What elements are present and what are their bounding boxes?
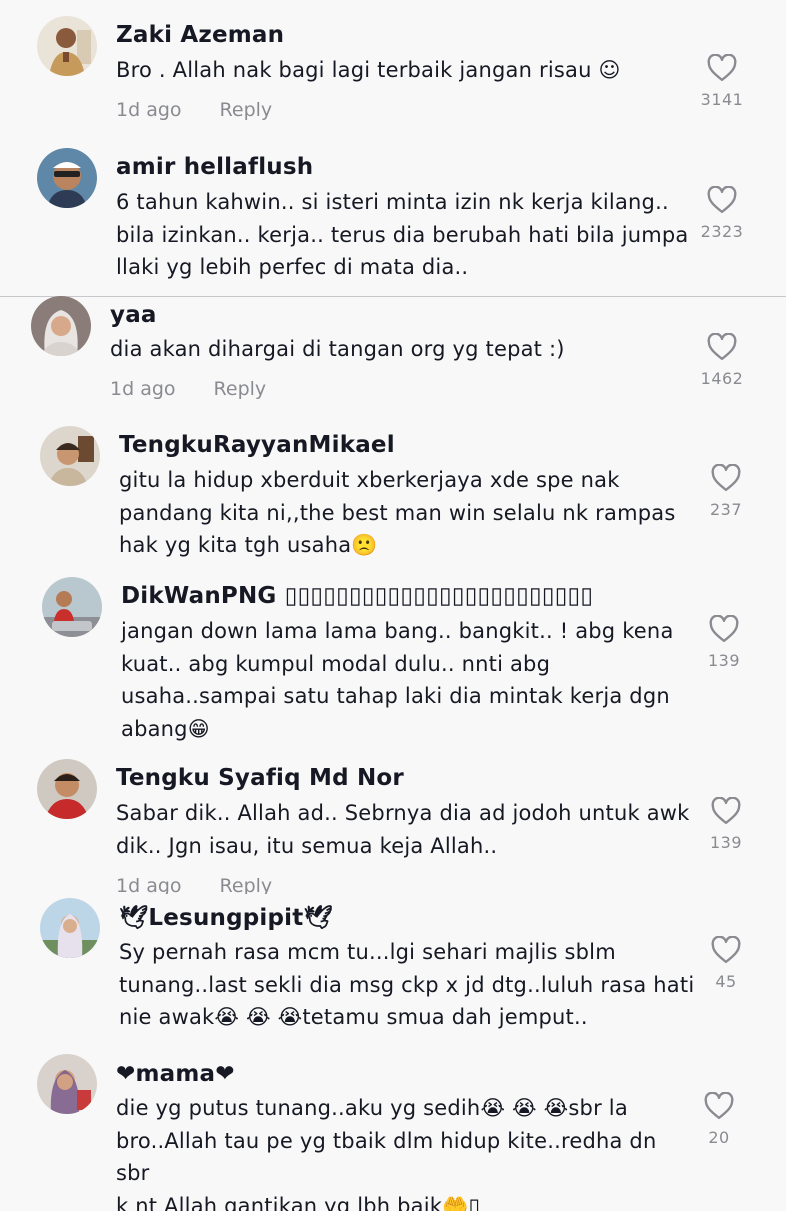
- comment-time: 1d ago: [116, 875, 182, 894]
- avatar[interactable]: [40, 426, 100, 486]
- comment-line: gitu la hidup xberduit xberkerjaya xde s…: [119, 468, 620, 492]
- comment-time: 1d ago: [110, 378, 176, 400]
- avatar[interactable]: [37, 16, 97, 76]
- heart-outline-icon: [707, 333, 737, 361]
- like-count: 3141: [700, 90, 744, 109]
- comment-line: kuat.. abg kumpul modal dulu.. nnti abg: [121, 651, 551, 676]
- comment-meta: 1d ago Reply: [116, 875, 310, 894]
- comment-line: tunang..last sekli dia msg ckp x jd dtg.…: [119, 972, 695, 997]
- avatar[interactable]: [37, 759, 97, 819]
- comment-line: dik.. Jgn isau, itu semua keja Allah..: [116, 833, 498, 858]
- comment-line: 6 tahun kahwin.. si isteri minta izin nk…: [116, 190, 669, 214]
- like-button[interactable]: 1462: [692, 333, 752, 388]
- comment-text: Sabar dik.. Allah ad.. Sebrnya dia ad jo…: [116, 797, 696, 862]
- comment-line: k nt Allah gantikan yg lbh baik🤲▯: [116, 1193, 481, 1211]
- heart-outline-icon: [711, 464, 741, 492]
- like-count: 20: [708, 1128, 730, 1147]
- avatar[interactable]: [37, 1054, 97, 1114]
- like-count: 1462: [700, 369, 744, 388]
- comment-line: pandang kita ni,,the best man win selalu…: [119, 500, 676, 525]
- like-count: 139: [709, 833, 743, 852]
- comment-line: die yg putus tunang..aku yg sedih😭 😭 😭sb…: [116, 1096, 628, 1120]
- comment-line: Sabar dik.. Allah ad.. Sebrnya dia ad jo…: [116, 801, 690, 825]
- comment-text: die yg putus tunang..aku yg sedih😭 😭 😭sb…: [116, 1092, 696, 1211]
- comment-line: bila izinkan.. kerja.. terus dia berubah…: [116, 222, 689, 247]
- like-button[interactable]: 20: [689, 1092, 749, 1147]
- like-button[interactable]: 3141: [692, 54, 752, 109]
- like-button[interactable]: 237: [696, 464, 756, 519]
- comment-line: abang😁: [121, 716, 210, 741]
- like-button[interactable]: 2323: [692, 186, 752, 241]
- screenshot-divider: [0, 296, 786, 297]
- heart-outline-icon: [709, 615, 739, 643]
- comment-username[interactable]: TengkuRayyanMikael: [119, 432, 395, 458]
- comment-line: Sy pernah rasa mcm tu...lgi sehari majli…: [119, 940, 616, 964]
- like-button[interactable]: 45: [696, 936, 756, 991]
- comment-text: Bro . Allah nak bagi lagi terbaik jangan…: [116, 54, 696, 87]
- like-count: 2323: [700, 222, 744, 241]
- comment-line: jangan down lama lama bang.. bangkit.. !…: [121, 619, 674, 643]
- avatar[interactable]: [31, 296, 91, 356]
- comment-username[interactable]: Tengku Syafiq Md Nor: [116, 765, 404, 791]
- heart-outline-icon: [707, 54, 737, 82]
- comment-line: Bro . Allah nak bagi lagi terbaik jangan…: [116, 58, 621, 82]
- reply-button[interactable]: Reply: [220, 99, 273, 121]
- comment-username[interactable]: 🕊Lesungpipit🕊: [119, 904, 333, 931]
- comment-line: hak yg kita tgh usaha🙁: [119, 533, 378, 557]
- comment-line: dia akan dihargai di tangan org yg tepat…: [110, 337, 565, 361]
- heart-outline-icon: [711, 936, 741, 964]
- comment-meta: 1d ago Reply: [110, 378, 304, 400]
- heart-outline-icon: [704, 1092, 734, 1120]
- meta-clip: 1d ago Reply: [0, 872, 786, 894]
- avatar[interactable]: [42, 577, 102, 637]
- comment-line: usaha..sampai satu tahap laki dia mintak…: [121, 684, 670, 708]
- comment-line: nie awak😭 😭 😭tetamu smua dah jemput..: [119, 1005, 588, 1029]
- comment-text: dia akan dihargai di tangan org yg tepat…: [110, 333, 690, 366]
- avatar[interactable]: [37, 148, 97, 208]
- comment-line: bro..Allah tau pe yg tbaik dlm hidup kit…: [116, 1128, 657, 1186]
- reply-button[interactable]: Reply: [220, 875, 273, 894]
- avatar[interactable]: [40, 898, 100, 958]
- comment-username[interactable]: yaa: [110, 302, 157, 328]
- comment-line: llaki yg lebih perfec di mata dia..: [116, 255, 469, 279]
- comment-time: 1d ago: [116, 99, 182, 121]
- like-count: 139: [707, 651, 741, 670]
- comment-text: Sy pernah rasa mcm tu...lgi sehari majli…: [119, 936, 699, 1034]
- comment-username[interactable]: amir hellaflush: [116, 154, 313, 180]
- comment-username[interactable]: Zaki Azeman: [116, 22, 284, 48]
- comment-username[interactable]: ❤mama❤: [116, 1061, 235, 1087]
- like-count: 237: [709, 500, 743, 519]
- like-button[interactable]: 139: [694, 615, 754, 670]
- heart-outline-icon: [711, 797, 741, 825]
- like-button[interactable]: 139: [696, 797, 756, 852]
- comment-text: gitu la hidup xberduit xberkerjaya xde s…: [119, 464, 689, 562]
- reply-button[interactable]: Reply: [214, 378, 267, 400]
- comment-text: 6 tahun kahwin.. si isteri minta izin nk…: [116, 186, 696, 284]
- comment-username[interactable]: DikWanPNG ▯▯▯▯▯▯▯▯▯▯▯▯▯▯▯▯▯▯▯▯▯▯▯▯: [121, 583, 593, 609]
- like-count: 45: [715, 972, 737, 991]
- comment-meta: 1d ago Reply: [116, 99, 310, 121]
- heart-outline-icon: [707, 186, 737, 214]
- comment-text: jangan down lama lama bang.. bangkit.. !…: [121, 615, 691, 745]
